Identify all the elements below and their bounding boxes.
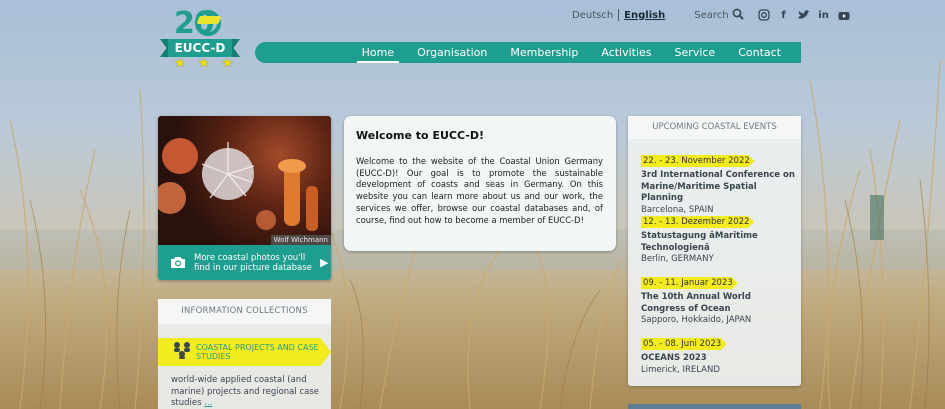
welcome-title: Welcome to EUCC-D! [356,129,485,142]
upcoming-events-panel: UPCOMING COASTAL EVENTS 22. - 23. Novemb… [628,116,801,386]
nav-contact[interactable]: Contact [738,42,781,63]
coastal-projects-text: world-wide applied coastal (and marine) … [171,375,319,408]
event-item[interactable]: 05. - 08. Juni 2023 OCEANS 2023 Limerick… [641,331,796,376]
event-title: OCEANS 2023 [641,353,707,363]
search-icon [732,8,744,23]
photo-card: Wolf Wichmann More coastal photos you'll… [158,116,331,280]
main-navigation: Home Organisation Membership Activities … [255,42,801,63]
coastal-projects-link[interactable]: COASTAL PROJECTS AND CASE STUDIES [158,338,331,366]
eucc-d-logo[interactable]: 20 EUCC-D ★ ★ ★ [158,6,242,78]
logo-ring-fill [196,16,222,24]
featured-photo[interactable] [158,116,331,245]
nav-home[interactable]: Home [356,42,400,63]
search-label: Search [694,9,729,21]
welcome-text: Welcome to the website of the Coastal Un… [356,156,603,225]
photo-credit: Wolf Wichmann [270,235,331,245]
event-date: 05. - 08. Juni 2023 [641,338,727,350]
nav-service[interactable]: Service [675,42,716,63]
linkedin-icon[interactable]: in [818,9,830,21]
nav-organisation[interactable]: Organisation [417,42,487,63]
event-location: Sapporo, Hokkaido, JAPAN [641,315,752,325]
sea-anemone-illustration [158,138,318,231]
camera-icon [170,256,188,270]
next-panel-edge [628,404,801,409]
event-title: Statustagung âMaritime Technologienâ [641,231,758,253]
picture-database-label: More coastal photos you'll find in our p… [194,252,312,273]
information-collections-panel: INFORMATION COLLECTIONS COASTAL PROJECTS… [158,299,331,409]
event-title: The 10th Annual World Congress of Ocean [641,292,751,314]
language-deutsch[interactable]: Deutsch [567,10,618,21]
event-location: Limerick, IRELAND [641,364,720,375]
event-title: 3rd International Conference on Marine/M… [641,170,795,203]
event-date: 12. - 13. Dezember 2022 [641,216,755,228]
upcoming-events-heading: UPCOMING COASTAL EVENTS [628,116,801,139]
event-item[interactable]: 12. - 13. Dezember 2022 Statustagung âMa… [641,209,796,265]
facebook-icon[interactable]: f [778,9,790,21]
instagram-icon[interactable] [757,9,770,21]
nav-membership[interactable]: Membership [510,42,578,63]
coastal-projects-label: COASTAL PROJECTS AND CASE STUDIES [196,343,319,361]
event-location: Berlin, GERMANY [641,254,714,264]
logo-name: EUCC-D [168,39,232,57]
language-english[interactable]: English [619,10,670,21]
people-network-icon [172,341,192,363]
play-arrow-icon: ▶ [320,255,329,269]
youtube-icon[interactable] [838,9,850,21]
logo-stars: ★ ★ ★ [174,56,238,71]
event-item[interactable]: 22. - 23. November 2022 3rd Internationa… [641,148,796,216]
information-collections-heading: INFORMATION COLLECTIONS [158,299,331,324]
event-date: 09. - 11. Januar 2023 [641,277,738,289]
welcome-box: Welcome to EUCC-D! Welcome to the websit… [344,116,616,251]
event-date: 22. - 23. November 2022 [641,155,755,167]
event-item[interactable]: 09. - 11. Januar 2023 The 10th Annual Wo… [641,270,796,326]
picture-database-link[interactable]: More coastal photos you'll find in our p… [158,245,331,280]
coastal-projects-description: world-wide applied coastal (and marine) … [171,375,321,409]
nav-activities[interactable]: Activities [601,42,651,63]
twitter-icon[interactable] [797,9,810,21]
read-more-link[interactable]: ... [204,398,212,408]
social-links: f in [757,9,850,21]
utility-bar: Deutsch English Search f in [567,7,850,23]
search-button[interactable]: Search [694,8,744,23]
